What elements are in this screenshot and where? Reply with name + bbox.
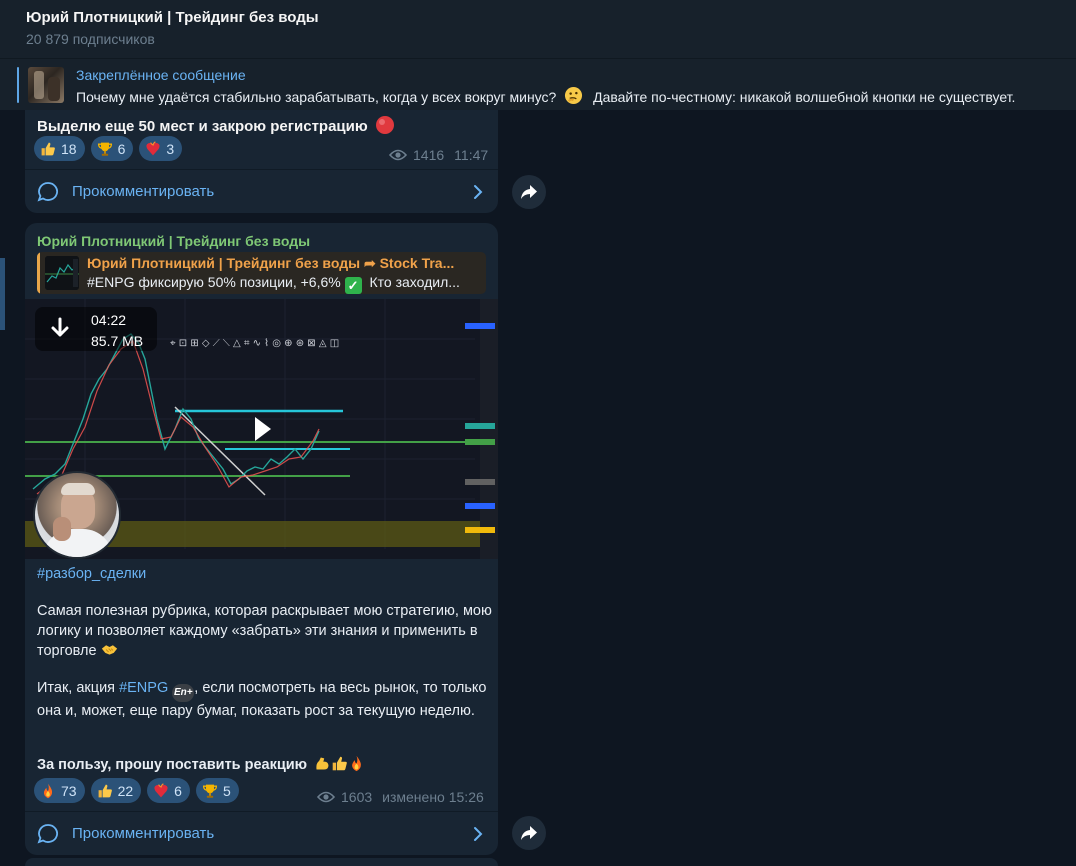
comment-button[interactable]: Прокомментировать [25,169,498,213]
pinned-thumbnail [28,67,64,103]
reply-thumbnail [45,256,79,290]
forwarded-reply-preview[interactable]: Юрий Плотницкий | Трейдинг без воды ➦ St… [37,252,486,294]
channel-post[interactable]: Выделю еще 50 мест и закрою регистрацию … [25,110,498,213]
chevron-right-icon [474,185,483,199]
post-time: изменено 15:26 [382,789,484,805]
post-paragraph: Самая полезная рубрика, которая раскрыва… [37,603,492,659]
post-text: Выделю еще 50 мест и закрою регистрацию [37,115,395,135]
check-mark-icon: ✓ [344,277,362,294]
comment-label: Прокомментировать [72,825,215,842]
view-count: 1603 [341,789,373,805]
subscriber-count: 20 879 подписчиков [26,31,155,47]
heart-on-fire-icon [154,782,168,797]
trophy-icon [97,142,112,156]
views-icon [317,791,335,803]
reaction-trophy[interactable]: 6 [90,136,134,161]
pinned-message-bar[interactable]: Закреплённое сообщение Почему мне удаётс… [0,58,1076,110]
round-video-avatar[interactable] [33,471,121,559]
channel-title[interactable]: Юрий Плотницкий | Трейдинг без воды [26,9,319,26]
post-meta: 1603 изменено 15:26 [317,789,484,805]
video-attachment[interactable]: ⌖ ⊡ ⊞ ◇ ⟋ ⟍ △ ⌗ ∿ ⌇ ◎ ⊕ ⊛ ⊠ ◬ ◫ 04:22 85… [25,299,498,559]
reaction-heart-on-fire[interactable]: 3 [139,136,183,161]
post-hashtag[interactable]: #разбор_сделки [37,565,492,585]
reply-text: #ENPG фиксирую 50% позиции, +6,6% ✓ Кто … [87,274,460,294]
thumbs-up-icon [41,142,55,155]
play-icon[interactable] [247,411,277,447]
thumbs-up-icon [98,784,112,797]
video-file-size: 85.7 MB [91,333,144,349]
post-paragraph: Итак, акция #ENPG En+, если посмотреть н… [37,680,487,719]
reply-indicator [37,252,40,294]
pinned-indicator [17,67,19,103]
trophy-icon [202,784,217,798]
pinned-label: Закреплённое сообщение [76,67,246,83]
thinking-face-icon [565,86,583,105]
flexed-biceps-icon [316,757,329,770]
share-arrow-icon [521,826,537,840]
pinned-text: Почему мне удаётся стабильно зарабатыват… [76,86,1076,105]
unread-marker [0,258,5,330]
fire-icon [43,783,53,798]
reactions-row: 73 22 6 5 [34,778,239,803]
comment-icon [37,182,58,202]
comment-button[interactable]: Прокомментировать [25,811,498,855]
share-arrow-icon [521,185,537,199]
channel-post[interactable]: Юрий Плотницкий | Трейдинг без воды Юрий… [25,223,498,855]
reaction-thumbs-up[interactable]: 22 [90,778,142,803]
post-meta: 1416 11:47 [389,147,488,163]
share-button[interactable] [512,816,546,850]
view-count: 1416 [413,147,445,163]
download-icon[interactable] [45,311,75,347]
handshake-icon [101,645,117,655]
reaction-heart-on-fire[interactable]: 6 [147,778,190,803]
reaction-fire[interactable]: 73 [34,778,85,803]
reply-title: Юрий Плотницкий | Трейдинг без воды ➦ St… [87,255,455,271]
views-icon [389,149,407,161]
comment-label: Прокомментировать [72,183,215,200]
en-plus-logo-icon: En+ [172,684,195,702]
post-time: 11:47 [454,147,489,163]
svg-text:⌖ ⊡ ⊞ ◇ ⟋ ⟍ △ ⌗ ∿ ⌇ ◎ ⊕ ⊛ ⊠ ◬: ⌖ ⊡ ⊞ ◇ ⟋ ⟍ △ ⌗ ∿ ⌇ ◎ ⊕ ⊛ ⊠ ◬ ◫ [170,338,339,349]
post-closing: За пользу, прошу поставить реакцию [37,755,492,776]
chevron-right-icon [474,827,483,841]
share-button[interactable] [512,175,546,209]
hashtag-link[interactable]: #ENPG [119,680,168,696]
video-info-overlay: 04:22 85.7 MB [35,307,157,351]
red-circle-icon [375,116,394,134]
reaction-thumbs-up[interactable]: 18 [34,136,85,161]
channel-header[interactable]: Юрий Плотницкий | Трейдинг без воды 20 8… [0,0,1076,58]
video-duration: 04:22 [91,312,127,328]
comment-icon [37,824,58,844]
post-author[interactable]: Юрий Плотницкий | Трейдинг без воды [37,233,310,249]
heart-on-fire-icon [146,140,161,155]
next-post-edge [25,858,498,866]
thumbs-up-icon [332,756,347,771]
reactions-row: 18 6 3 [34,136,183,161]
fire-icon [352,755,361,772]
reaction-trophy[interactable]: 5 [195,778,239,803]
